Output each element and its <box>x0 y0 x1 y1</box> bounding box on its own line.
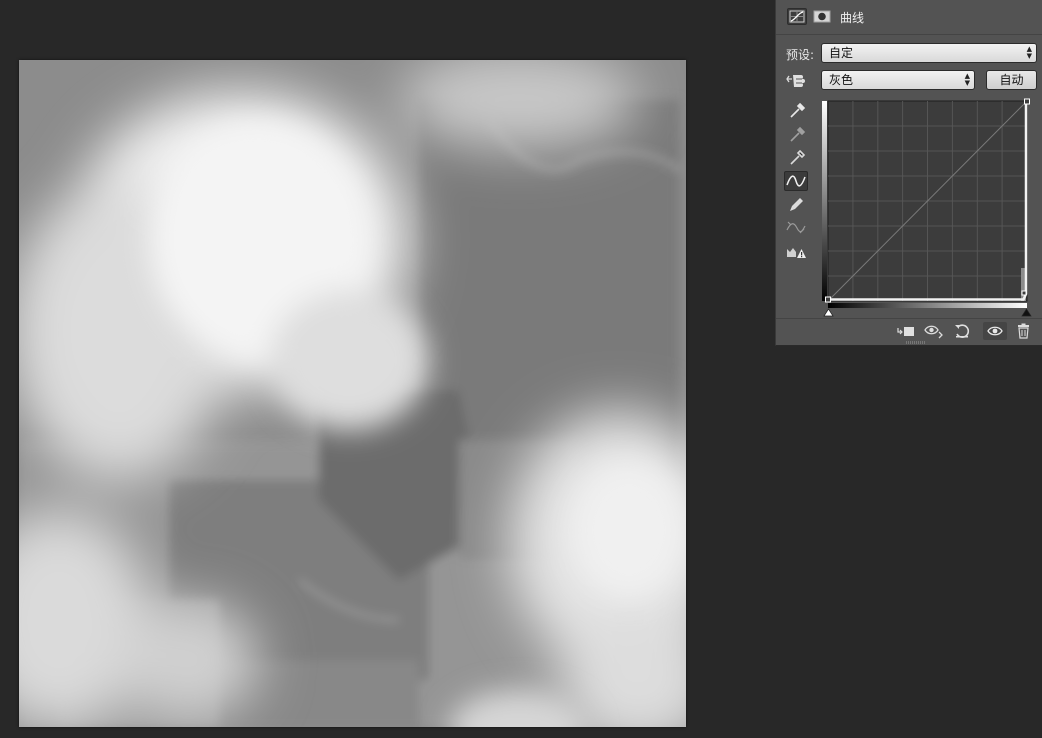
curves-adjustment-icon[interactable] <box>787 8 807 25</box>
channel-select[interactable]: 灰色 ▲ ▼ <box>821 70 975 90</box>
curve-graph[interactable] <box>822 98 1032 318</box>
preset-select[interactable]: 自定 ▲ ▼ <box>821 43 1037 63</box>
document-canvas[interactable] <box>19 60 686 727</box>
targeted-adjustment-hand-icon[interactable] <box>785 71 807 89</box>
panel-footer <box>776 318 1042 347</box>
input-gradient-bar <box>828 303 1027 308</box>
preset-value: 自定 <box>829 46 854 60</box>
select-arrows-icon: ▲ ▼ <box>1026 45 1032 60</box>
draw-curve-pencil-icon[interactable] <box>784 195 808 215</box>
preset-label: 预设: <box>786 48 815 62</box>
edit-curve-points-icon[interactable] <box>784 171 808 191</box>
view-previous-state-icon[interactable] <box>922 322 946 340</box>
clip-to-layer-icon[interactable] <box>894 322 918 340</box>
panel-title: 曲线 <box>840 11 865 25</box>
panel-resize-grip[interactable] <box>906 341 926 344</box>
clipping-warning-icon[interactable] <box>784 242 808 262</box>
sample-black-point-eyedropper-icon[interactable] <box>784 147 808 167</box>
select-arrows-icon: ▲ ▼ <box>964 72 970 87</box>
reset-adjustment-icon[interactable] <box>951 322 975 340</box>
sample-white-point-eyedropper-icon[interactable] <box>784 100 808 120</box>
input-white-slider <box>1021 308 1032 317</box>
curve-point-white <box>1024 98 1030 105</box>
properties-panel: 曲线 预设: 自定 ▲ ▼ 灰色 ▲ ▼ 自动 <box>775 0 1042 346</box>
panel-header: 曲线 <box>776 0 1042 35</box>
input-black-slider <box>823 308 834 317</box>
aerial-cloud-image <box>19 60 686 727</box>
output-gradient-bar <box>822 101 827 301</box>
curve-point-mid <box>1021 290 1027 296</box>
channel-value: 灰色 <box>829 73 854 87</box>
auto-button[interactable]: 自动 <box>986 70 1037 90</box>
sample-gray-point-eyedropper-icon[interactable] <box>784 124 808 144</box>
curve-point-black <box>825 296 831 303</box>
delete-adjustment-icon[interactable] <box>1012 322 1036 340</box>
layer-mask-icon[interactable] <box>812 8 832 25</box>
toggle-visibility-icon[interactable] <box>983 322 1007 340</box>
smooth-curve-icon[interactable] <box>784 218 808 238</box>
